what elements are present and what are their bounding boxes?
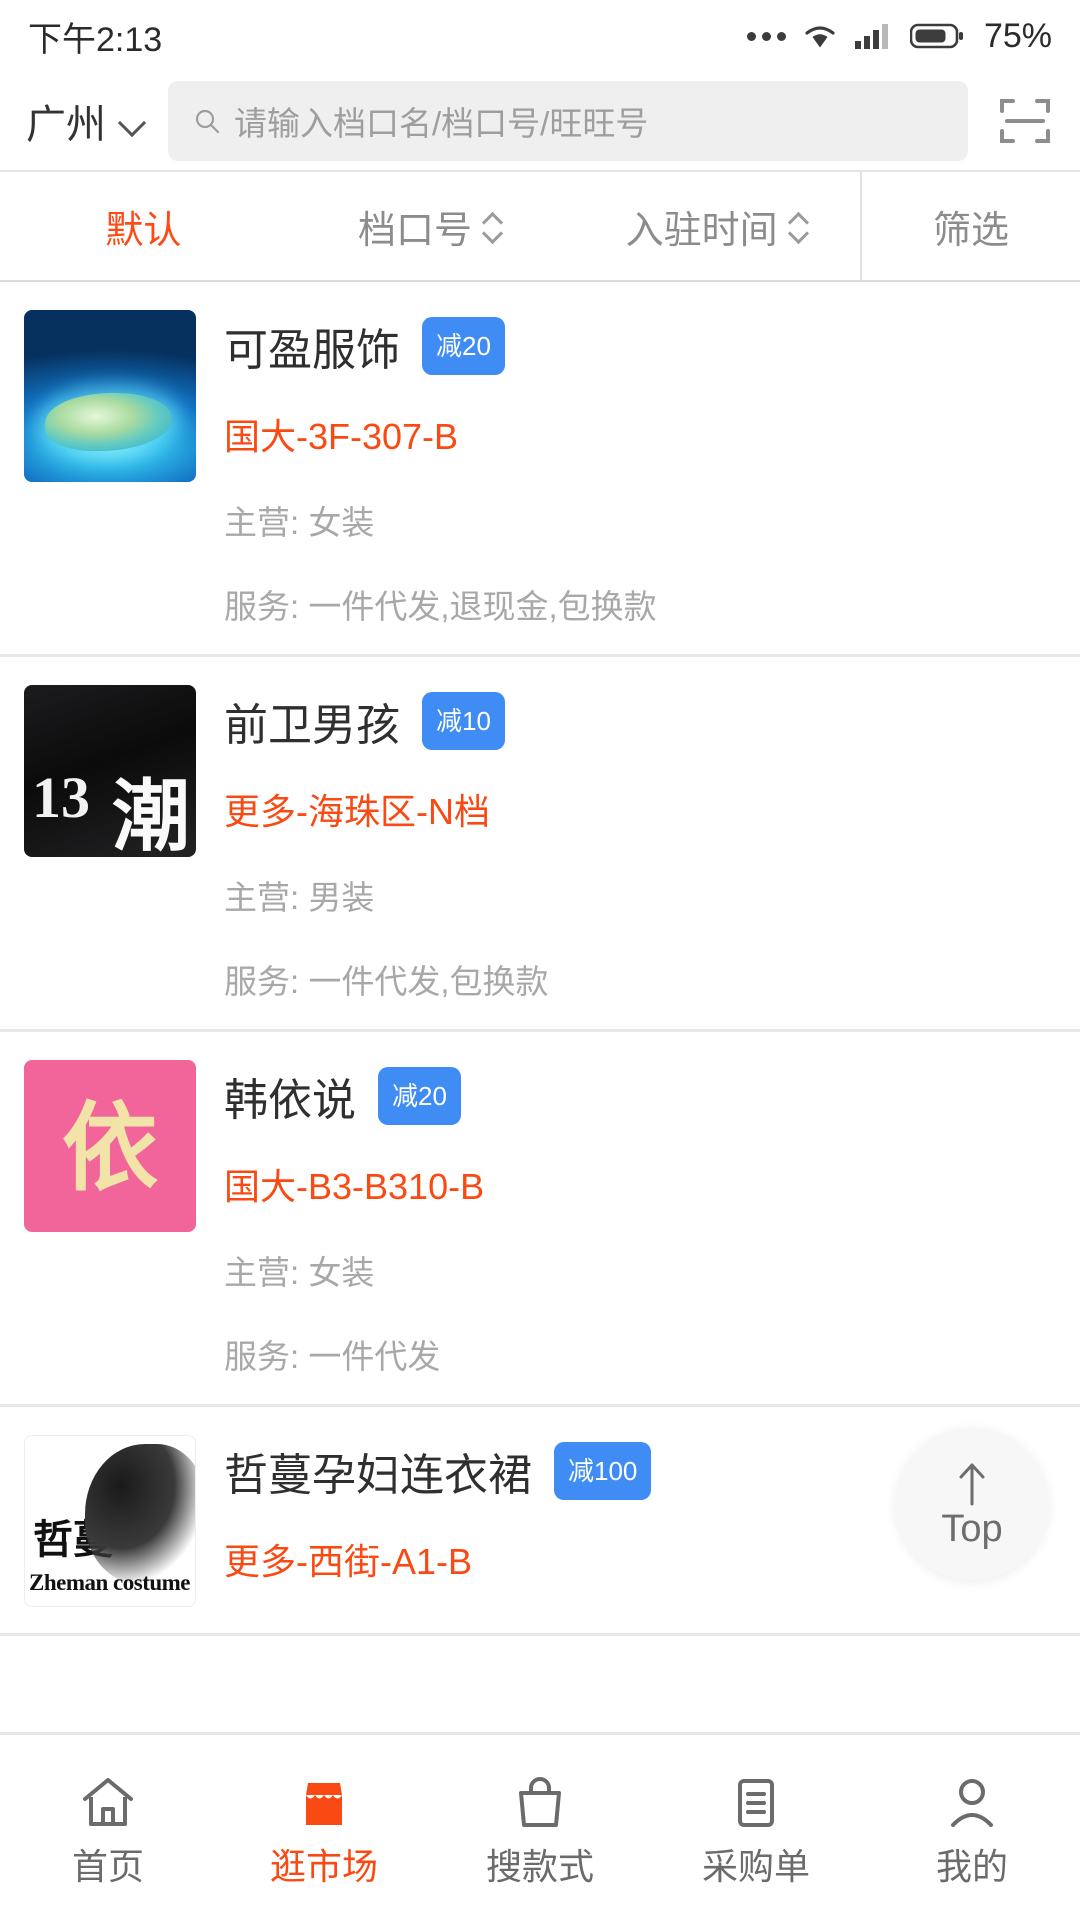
shop-card[interactable]: 可盈服饰 减20 国大-3F-307-B 主营: 女装 服务: 一件代发,退现金… — [0, 282, 1080, 657]
shop-icon — [293, 1771, 355, 1833]
discount-badge: 减10 — [422, 692, 505, 750]
filter-tab-default-label: 默认 — [105, 209, 182, 252]
city-selector[interactable]: 广州 — [26, 92, 150, 150]
shop-card[interactable]: 前卫男孩 减10 更多-海珠区-N档 主营: 男装 服务: 一件代发,包换款 — [0, 657, 1080, 1032]
tab-profile[interactable]: 我的 — [864, 1771, 1080, 1885]
battery-percent: 75% — [983, 16, 1052, 55]
filter-tab-join-time-label: 入驻时间 — [625, 209, 778, 252]
home-icon — [77, 1771, 139, 1833]
tab-home-label: 首页 — [71, 1845, 144, 1887]
search-icon — [194, 108, 220, 134]
filter-button[interactable]: 筛选 — [860, 172, 1080, 280]
tab-styles-label: 搜款式 — [485, 1845, 594, 1887]
shop-stall-code: 国大-B3-B310-B — [224, 1166, 485, 1207]
arrow-up-icon — [955, 1460, 989, 1506]
app-root: 下午2:13 75% 广州 请输入档口名/档口号/旺旺号 默认 档口号 入驻时间… — [0, 0, 1080, 1920]
tab-home[interactable]: 首页 — [0, 1771, 216, 1885]
battery-icon — [909, 22, 964, 50]
city-name: 广州 — [26, 103, 106, 147]
shop-stall-code: 更多-海珠区-N档 — [224, 791, 490, 832]
shop-name: 哲蔓孕妇连衣裙 — [224, 1451, 532, 1500]
tab-market-label: 逛市场 — [269, 1845, 378, 1887]
shop-name: 可盈服饰 — [224, 326, 400, 375]
chevron-down-icon — [120, 113, 146, 129]
filter-tab-stall-number-label: 档口号 — [358, 209, 473, 252]
shop-title-row: 韩依说 减20 — [224, 1064, 1054, 1128]
aerial-island-photo — [24, 310, 196, 482]
person-icon — [941, 1771, 1003, 1833]
streetwear-men-photo — [24, 685, 196, 857]
status-icons: 75% — [746, 16, 1052, 56]
cellular-signal-icon — [854, 22, 894, 50]
shop-list: 可盈服饰 减20 国大-3F-307-B 主营: 女装 服务: 一件代发,退现金… — [0, 282, 1080, 1636]
scroll-to-top-button[interactable]: Top — [896, 1428, 1048, 1580]
bottom-nav: 首页 逛市场 搜款式 采购单 我的 — [0, 1732, 1080, 1920]
sort-arrows-icon — [482, 213, 502, 240]
shop-name: 前卫男孩 — [224, 701, 400, 750]
shop-name: 韩依说 — [224, 1076, 356, 1125]
filter-tab-stall-number[interactable]: 档口号 — [287, 172, 574, 280]
filter-tab-join-time[interactable]: 入驻时间 — [573, 172, 860, 280]
shop-title-row: 可盈服饰 减20 — [224, 314, 1054, 378]
discount-badge: 减20 — [378, 1067, 461, 1125]
scroll-to-top-label: Top — [941, 1508, 1003, 1550]
search-placeholder: 请输入档口名/档口号/旺旺号 — [234, 105, 649, 142]
filter-button-label: 筛选 — [933, 209, 1010, 252]
filter-tab-default[interactable]: 默认 — [0, 172, 287, 280]
status-time: 下午2:13 — [28, 20, 163, 59]
shop-info: 前卫男孩 减10 更多-海珠区-N档 主营: 男装 服务: 一件代发,包换款 — [224, 685, 1054, 1003]
shop-card[interactable]: 韩依说 减20 国大-B3-B310-B 主营: 女装 服务: 一件代发 — [0, 1032, 1080, 1407]
tab-purchase-order-label: 采购单 — [701, 1845, 810, 1887]
tab-market[interactable]: 逛市场 — [216, 1771, 432, 1885]
tab-profile-label: 我的 — [935, 1845, 1008, 1887]
search-header: 广州 请输入档口名/档口号/旺旺号 — [0, 72, 1080, 170]
search-input[interactable]: 请输入档口名/档口号/旺旺号 — [168, 81, 968, 161]
shop-services: 服务: 一件代发,包换款 — [224, 963, 549, 1000]
shop-main-category: 主营: 女装 — [224, 1254, 375, 1291]
wifi-icon — [802, 22, 838, 50]
more-dots-icon — [746, 31, 786, 41]
scan-qr-icon[interactable] — [996, 92, 1054, 150]
status-bar: 下午2:13 75% — [0, 0, 1080, 72]
zheman-costume-logo — [24, 1435, 196, 1607]
shop-main-category: 主营: 女装 — [224, 504, 375, 541]
discount-badge: 减20 — [422, 317, 505, 375]
shop-info: 韩依说 减20 国大-B3-B310-B 主营: 女装 服务: 一件代发 — [224, 1060, 1054, 1378]
shop-services: 服务: 一件代发 — [224, 1338, 441, 1375]
shop-info: 可盈服饰 减20 国大-3F-307-B 主营: 女装 服务: 一件代发,退现金… — [224, 310, 1054, 628]
filter-bar: 默认 档口号 入驻时间 筛选 — [0, 170, 1080, 282]
shop-title-row: 前卫男孩 减10 — [224, 689, 1054, 753]
discount-badge: 减100 — [554, 1442, 652, 1500]
tab-purchase-order[interactable]: 采购单 — [648, 1771, 864, 1885]
tab-styles[interactable]: 搜款式 — [432, 1771, 648, 1885]
handbag-icon — [509, 1771, 571, 1833]
shop-main-category: 主营: 男装 — [224, 879, 375, 916]
shop-services: 服务: 一件代发,退现金,包换款 — [224, 588, 657, 625]
pink-logo-image — [24, 1060, 196, 1232]
shop-stall-code: 国大-3F-307-B — [224, 416, 459, 457]
clipboard-icon — [725, 1771, 787, 1833]
sort-arrows-icon — [788, 213, 808, 240]
